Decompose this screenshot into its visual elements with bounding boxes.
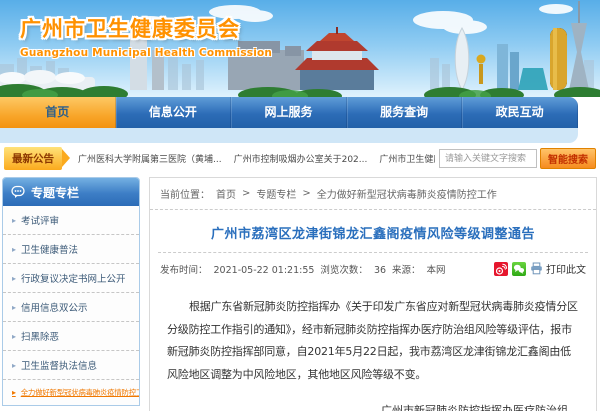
article-body: 根据广东省新冠肺炎防控指挥办《关于印发广东省应对新型冠状病毒肺炎疫情分区分级防控… (167, 300, 578, 381)
nav-tab-service-inquiry[interactable]: 服务查询 (347, 97, 463, 128)
announcement-link[interactable]: 广州市控制吸烟办公室关于202... (234, 152, 368, 165)
special-topics-sidebar: 专题专栏 ▸ 考试评审 ▸ 卫生健康普法 ▸ 行政复议决定书网上公开 ▸ 信用信… (2, 177, 140, 406)
announcement-ticker: 最新公告 广州医科大学附属第三医院（黄埔... 广州市控制吸烟办公室关于202.… (0, 143, 600, 173)
smart-search-button[interactable]: 智能搜索 (540, 147, 596, 169)
site-banner: 广州市卫生健康委员会 Guangzhou Municipal Health Co… (0, 0, 600, 97)
sidebar-item-exam-review[interactable]: ▸ 考试评审 (3, 206, 139, 235)
main-navigation: 首页 信息公开 网上服务 服务查询 政民互动 (0, 97, 578, 143)
print-label: 打印此文 (546, 265, 586, 276)
weibo-share-icon[interactable] (494, 261, 508, 276)
article-signature: 广州市新冠肺炎防控指挥办医疗防治组 (381, 404, 568, 411)
nav-underline-strip (0, 128, 578, 143)
source-value: 本网 (426, 264, 446, 276)
breadcrumb-separator: > (242, 188, 251, 199)
site-search: 智能搜索 (439, 147, 596, 169)
views-count: 36 (373, 264, 387, 276)
arrow-bullet-icon: ▸ (12, 331, 17, 341)
sidebar-header: 专题专栏 (3, 178, 139, 206)
arrow-bullet-icon: ▸ (12, 244, 17, 254)
breadcrumb-separator: > (302, 188, 311, 199)
source-label: 来源： (392, 264, 421, 276)
arrow-bullet-icon: ▸ (12, 273, 17, 283)
nav-tab-home[interactable]: 首页 (0, 97, 116, 128)
publish-time: 2021-05-22 01:21:55 (213, 264, 315, 276)
site-title: 广州市卫生健康委员会 (20, 17, 240, 41)
sidebar-item-credit-info[interactable]: ▸ 信用信息双公示 (3, 293, 139, 322)
announcement-link[interactable]: 广州医科大学附属第三医院（黄埔... (78, 152, 222, 165)
sidebar-item-admin-reconsideration[interactable]: ▸ 行政复议决定书网上公开 (3, 264, 139, 293)
sidebar-item-anti-crime[interactable]: ▸ 扫黑除恶 (3, 322, 139, 351)
article-meta: 发布时间： 2021-05-22 01:21:55 浏览次数： 36 来源： 本网 (150, 253, 596, 283)
speech-bubble-icon (11, 185, 25, 198)
arrow-bullet-icon: ▸ (12, 302, 17, 312)
sidebar-item-health-law[interactable]: ▸ 卫生健康普法 (3, 235, 139, 264)
print-button[interactable]: 打印此文 (530, 261, 586, 276)
article-panel: 当前位置： 首页 > 专题专栏 > 全力做好新型冠状病毒肺炎疫情防控工作 广州市… (149, 177, 597, 411)
sidebar-title: 专题专栏 (31, 185, 80, 200)
breadcrumb-covid-topic[interactable]: 全力做好新型冠状病毒肺炎疫情防控工作 (317, 186, 497, 201)
nav-tab-public-interaction[interactable]: 政民互动 (462, 97, 578, 128)
nav-tab-info-disclosure[interactable]: 信息公开 (116, 97, 232, 128)
search-input[interactable] (439, 148, 537, 168)
breadcrumb-special-topics[interactable]: 专题专栏 (256, 186, 296, 201)
announcement-link[interactable]: 广州市卫生健康委 广州市财政局... (379, 152, 435, 165)
wechat-share-icon[interactable] (512, 261, 526, 276)
publish-time-label: 发布时间： (160, 264, 208, 276)
sidebar-item-health-supervision[interactable]: ▸ 卫生监督执法信息 (3, 351, 139, 380)
arrow-bullet-icon: ▸ (12, 388, 16, 397)
sidebar-item-covid-prevention-active[interactable]: ▸ 全力做好新型冠状病毒肺炎疫情防控工作 (3, 380, 139, 405)
arrow-bullet-icon: ▸ (12, 360, 17, 370)
arrow-bullet-icon: ▸ (12, 215, 17, 225)
article-title: 广州市荔湾区龙津街锦龙汇鑫阁疫情风险等级调整通告 (210, 227, 535, 242)
views-label: 浏览次数： (320, 264, 368, 276)
breadcrumb-home[interactable]: 首页 (216, 186, 236, 201)
nav-tab-online-services[interactable]: 网上服务 (231, 97, 347, 128)
site-title-english: Guangzhou Municipal Health Commission (20, 47, 273, 59)
breadcrumb: 当前位置： 首页 > 专题专栏 > 全力做好新型冠状病毒肺炎疫情防控工作 (150, 178, 596, 210)
latest-announcements-badge: 最新公告 (4, 146, 70, 170)
printer-icon (531, 262, 542, 275)
breadcrumb-label: 当前位置： (160, 190, 210, 201)
